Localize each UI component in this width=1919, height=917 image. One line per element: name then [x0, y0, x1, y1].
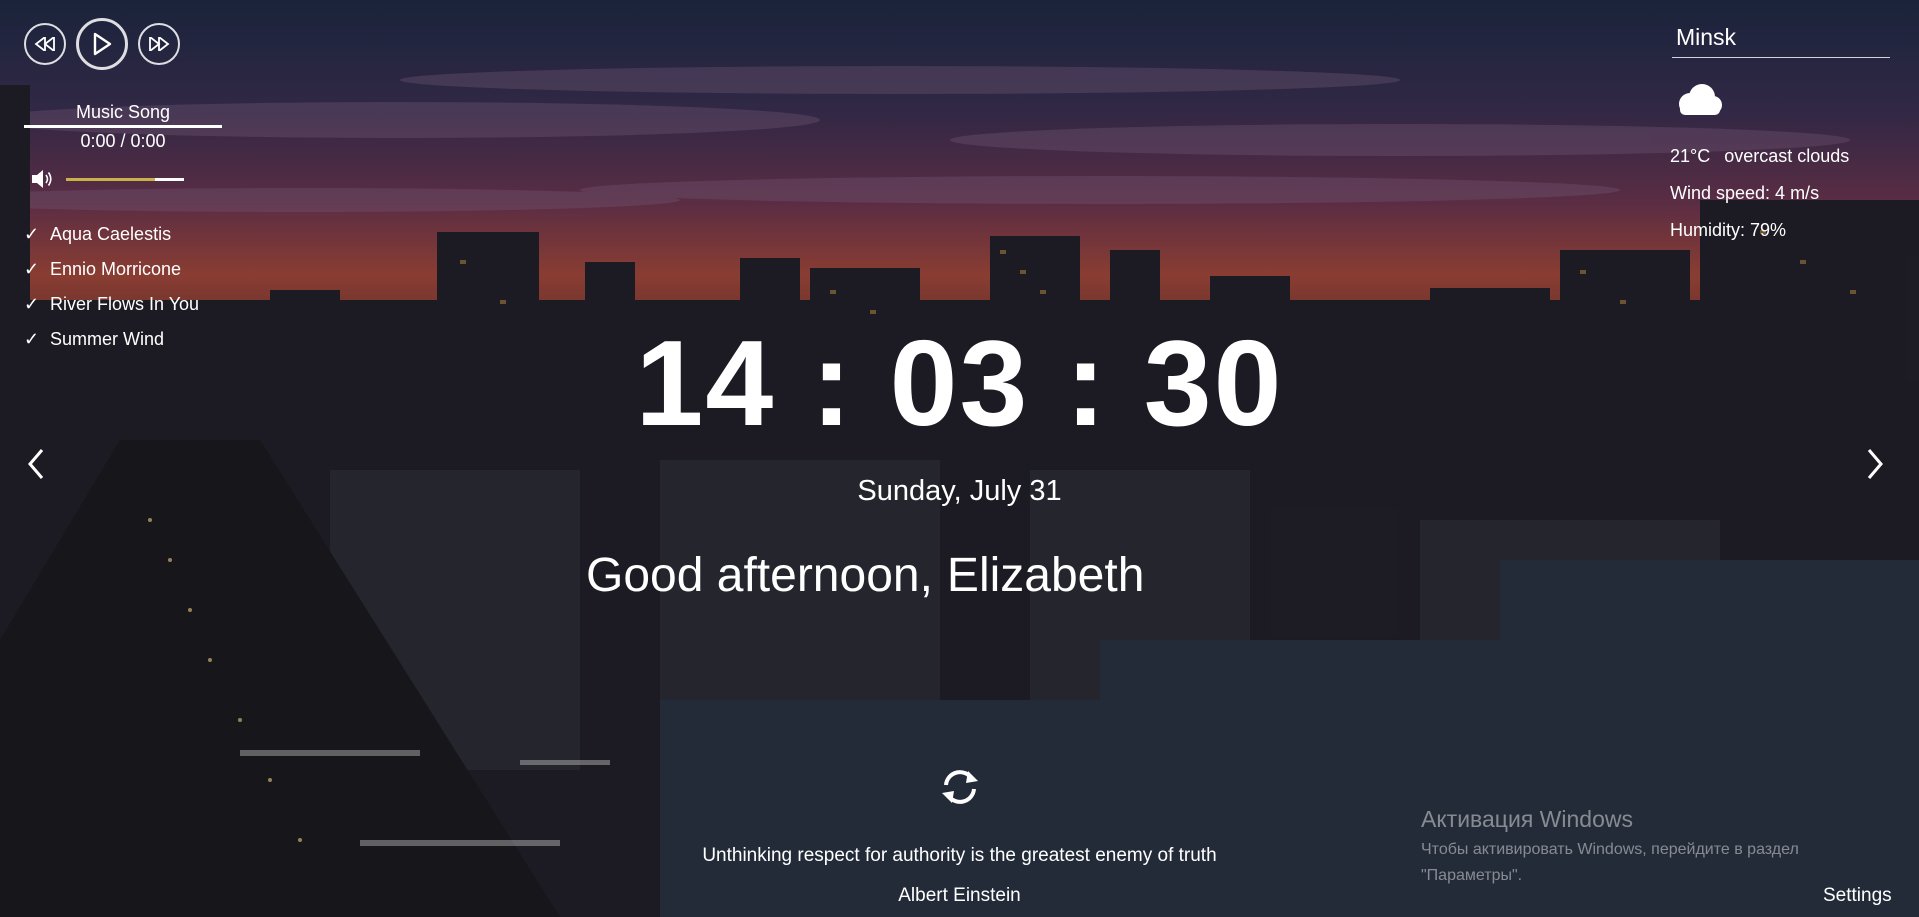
check-icon: ✓ [24, 294, 40, 314]
weather-description: overcast clouds [1724, 146, 1850, 166]
name-input[interactable]: Elizabeth [947, 548, 1144, 603]
weather-summary: 21°C overcast clouds [1670, 146, 1849, 167]
now-playing: Music Song 0:00 / 0:00 [24, 102, 222, 152]
windows-activation-watermark: Активация Windows Чтобы активировать Win… [1421, 806, 1881, 889]
greeting: Good afternoon, Elizabeth [586, 548, 1144, 603]
playlist-item[interactable]: ✓ Aqua Caelestis [24, 221, 199, 256]
volume-slider-fill [66, 177, 155, 181]
greeting-text: Good afternoon, [586, 549, 933, 602]
song-time: 0:00 / 0:00 [80, 131, 166, 151]
volume-control [30, 168, 184, 190]
fast-forward-icon [149, 37, 170, 51]
refresh-quote-button[interactable] [938, 765, 982, 814]
play-icon [93, 32, 112, 56]
watermark-subtitle: Чтобы активировать Windows, перейдите в … [1421, 841, 1799, 884]
playlist-item-title: Ennio Morricone [50, 259, 182, 279]
date: Sunday, July 31 [857, 475, 1062, 507]
settings-button[interactable]: Settings [1823, 885, 1892, 907]
next-track-button[interactable] [138, 23, 180, 65]
city-input[interactable]: Minsk [1672, 22, 1890, 58]
refresh-icon [942, 770, 978, 804]
song-title: Music Song [24, 102, 222, 128]
humidity: Humidity: 79% [1670, 220, 1787, 240]
check-icon: ✓ [24, 259, 40, 279]
volume-slider[interactable] [66, 177, 184, 181]
player-controls [24, 18, 180, 70]
previous-track-button[interactable] [24, 23, 66, 65]
playlist-item[interactable]: ✓ Ennio Morricone [24, 256, 199, 291]
check-icon: ✓ [24, 224, 40, 244]
playlist-item[interactable]: ✓ River Flows In You [24, 291, 199, 326]
play-button[interactable] [76, 18, 128, 70]
clock: 14 : 03 : 30 [635, 315, 1284, 451]
playlist-item-title: Aqua Caelestis [50, 224, 172, 244]
volume-icon[interactable] [30, 168, 54, 190]
wind-speed: Wind speed: 4 m/s [1670, 183, 1820, 203]
rewind-icon [34, 37, 55, 51]
temperature: 21°C [1670, 146, 1711, 166]
watermark-title: Активация Windows [1421, 806, 1633, 832]
playlist-item-title: River Flows In You [50, 294, 200, 314]
cloud-icon [1670, 80, 1726, 125]
